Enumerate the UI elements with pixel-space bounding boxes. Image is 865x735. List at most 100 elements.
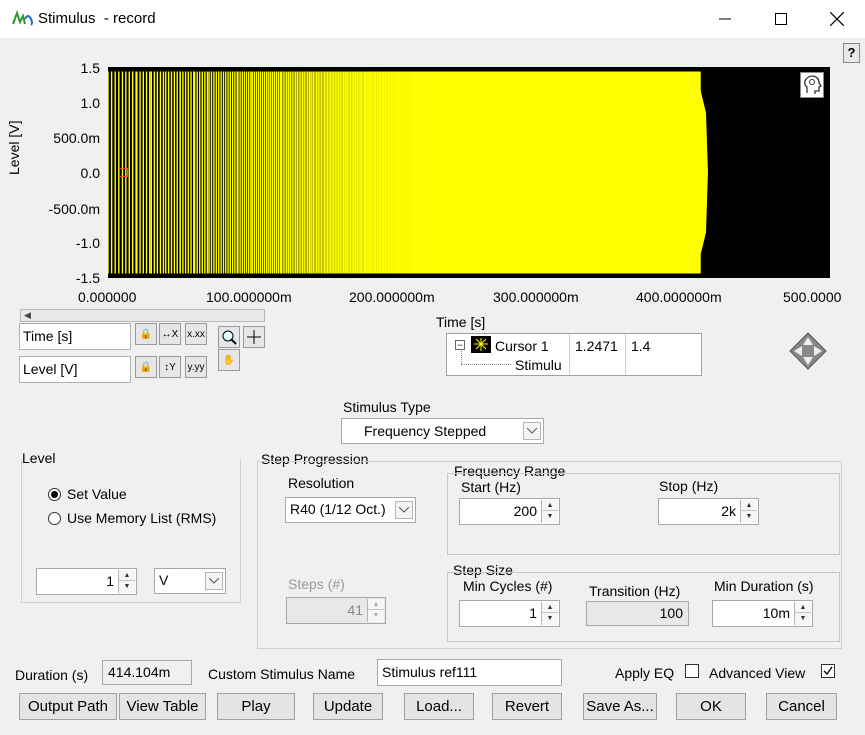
y-tick-label: -1.0 — [75, 235, 100, 251]
start-hz-stepper[interactable]: ▲ ▼ — [541, 500, 558, 523]
collapse-icon[interactable]: − — [455, 340, 465, 350]
stop-hz-input[interactable]: 2k ▲ ▼ — [658, 498, 759, 525]
chevron-down-icon — [395, 501, 413, 519]
y-scale-name: Level [V] — [19, 356, 131, 383]
maximize-button[interactable] — [758, 0, 804, 38]
scroll-left-icon[interactable]: ◀ — [21, 310, 34, 321]
min-cycles-input[interactable]: 1 ▲ ▼ — [459, 600, 560, 627]
waveform-fade-out — [695, 71, 708, 274]
cursor-name: Cursor 1 — [495, 338, 549, 354]
stimulus-type-select[interactable]: Frequency Stepped — [341, 418, 544, 444]
level-unit-value: V — [159, 572, 169, 588]
x-tick-label: 400.000000m — [636, 289, 722, 305]
cursor-y-value: 1.4 — [631, 338, 651, 354]
min-cycles-label: Min Cycles (#) — [463, 578, 553, 594]
min-duration-value: 10m — [762, 605, 790, 621]
window-title: Stimulus - record — [38, 10, 156, 27]
min-cycles-stepper[interactable]: ▲ ▼ — [541, 602, 558, 625]
apply-eq-label: Apply EQ — [615, 665, 675, 681]
output-path-button[interactable]: Output Path — [19, 693, 117, 720]
y-tick-label: 1.5 — [80, 60, 100, 76]
resolution-select[interactable]: R40 (1/12 Oct.) — [285, 497, 416, 523]
min-duration-input[interactable]: 10m ▲ ▼ — [712, 600, 813, 627]
level-stepper[interactable]: ▲ ▼ — [118, 570, 135, 593]
x-tick-label: 100.000000m — [206, 289, 292, 305]
resolution-value: R40 (1/12 Oct.) — [290, 501, 386, 517]
level-unit-select[interactable]: V — [154, 568, 226, 594]
advanced-view-checkbox[interactable] — [821, 664, 835, 678]
set-value-radio[interactable] — [48, 488, 61, 501]
custom-name-label: Custom Stimulus Name — [208, 666, 356, 682]
app-icon — [12, 9, 34, 28]
advanced-view-label: Advanced View — [709, 665, 806, 681]
cursor-marker[interactable] — [119, 168, 128, 177]
autoscale-y-icon[interactable]: ↕Y — [159, 356, 181, 378]
update-button[interactable]: Update — [313, 693, 383, 720]
transition-label: Transition (Hz) — [589, 583, 681, 599]
y-tick-label: 1.0 — [80, 95, 100, 111]
stimulus-type-value: Frequency Stepped — [364, 423, 487, 439]
minimize-button[interactable] — [702, 0, 748, 38]
column-divider — [569, 334, 570, 375]
column-divider — [625, 334, 626, 375]
graph-palette-icon[interactable] — [800, 72, 824, 98]
help-button[interactable]: ? — [843, 43, 860, 63]
cursor-trace-name: Stimulu — [515, 357, 562, 373]
x-scale-name: Time [s] — [19, 323, 131, 350]
start-hz-input[interactable]: 200 ▲ ▼ — [459, 498, 560, 525]
crosshair-icon[interactable] — [243, 326, 265, 348]
format-y-icon[interactable]: y.yy — [185, 356, 207, 378]
steps-stepper: ▲ ▼ — [367, 599, 384, 622]
close-button[interactable] — [814, 0, 860, 38]
ok-button[interactable]: OK — [676, 693, 746, 720]
custom-name-input[interactable]: Stimulus ref111 — [377, 659, 562, 686]
x-tick-label: 0.000000 — [78, 289, 137, 305]
transition-value: 100 — [586, 601, 689, 626]
chevron-down-icon — [205, 572, 223, 590]
start-hz-value: 200 — [513, 503, 537, 519]
y-tick-label: 500.0m — [53, 130, 100, 146]
maximize-icon — [775, 13, 787, 25]
save-as-button[interactable]: Save As... — [583, 693, 657, 720]
stop-hz-value: 2k — [721, 503, 736, 519]
level-value-input[interactable]: 1 ▲ ▼ — [36, 568, 137, 595]
view-table-button[interactable]: View Table — [119, 693, 206, 720]
memory-list-radio[interactable] — [48, 512, 61, 525]
x-tick-label: 300.000000m — [493, 289, 579, 305]
cursor-style-icon[interactable] — [471, 336, 491, 353]
lock-icon[interactable]: 🔒 — [135, 323, 157, 345]
revert-button[interactable]: Revert — [492, 693, 562, 720]
chevron-down-icon — [523, 422, 541, 440]
cursor-legend[interactable]: − Cursor 1 1.2471 1.4 Stimulu — [446, 333, 702, 376]
duration-label: Duration (s) — [15, 667, 89, 683]
autoscale-x-icon[interactable]: ↔X — [159, 323, 181, 345]
play-button[interactable]: Play — [217, 693, 295, 720]
graph-scrollbar[interactable]: ◀ — [20, 309, 265, 322]
lock-icon[interactable]: 🔒 — [135, 356, 157, 378]
y-tick-label: 0.0 — [80, 165, 100, 181]
apply-eq-checkbox[interactable] — [685, 664, 699, 678]
x-axis-label: Time [s] — [436, 314, 486, 330]
load-button[interactable]: Load... — [404, 693, 474, 720]
waveform-plot[interactable] — [108, 67, 830, 278]
cursor-x-value: 1.2471 — [575, 338, 618, 354]
min-duration-stepper[interactable]: ▲ ▼ — [794, 602, 811, 625]
pan-hand-icon[interactable]: ✋ — [218, 349, 240, 371]
zoom-icon[interactable] — [218, 326, 240, 348]
steps-value: 41 — [347, 602, 363, 618]
steps-label: Steps (#) — [288, 576, 345, 592]
cursor-move-icon[interactable] — [789, 332, 827, 370]
stop-hz-label: Stop (Hz) — [659, 478, 719, 494]
cancel-button[interactable]: Cancel — [766, 693, 837, 720]
min-duration-label: Min Duration (s) — [714, 578, 814, 594]
duration-value: 414.104m — [102, 660, 192, 685]
x-tick-label: 500.0000 — [783, 289, 842, 305]
stop-hz-stepper[interactable]: ▲ ▼ — [740, 500, 757, 523]
tree-line — [461, 364, 511, 365]
x-tick-label: 200.000000m — [349, 289, 435, 305]
close-icon — [830, 12, 844, 26]
resolution-label: Resolution — [288, 475, 355, 491]
minimize-icon — [719, 18, 731, 20]
y-axis-label: Level [V] — [6, 120, 22, 175]
format-x-icon[interactable]: x.xx — [185, 323, 207, 345]
